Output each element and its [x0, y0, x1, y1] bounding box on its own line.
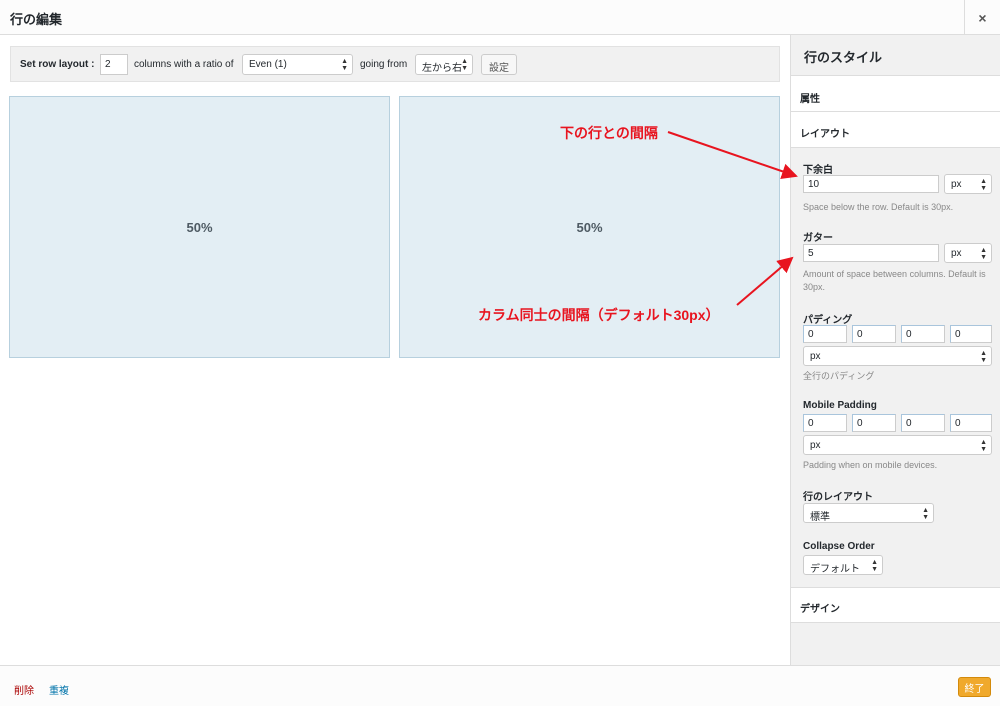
bottom-margin-description: Space below the row. Default is 30px.: [803, 202, 954, 212]
select-arrows-icon: ▲ ▼: [980, 439, 987, 453]
columns-label: columns with a ratio of: [134, 59, 234, 70]
section-attributes[interactable]: 属性: [791, 75, 1000, 111]
section-layout[interactable]: レイアウト: [791, 111, 1000, 147]
padding-top-input[interactable]: 0: [803, 325, 847, 343]
select-arrows-icon: ▲ ▼: [341, 58, 348, 72]
layout-section-body: 下余白 10 px ▲ ▼ Space below the row. Defaul…: [791, 147, 1000, 587]
close-icon[interactable]: ×: [964, 0, 1000, 35]
row-layout-toolbar: Set row layout : 2 columns with a ratio …: [10, 46, 780, 82]
mobile-padding-top-input[interactable]: 0: [803, 414, 847, 432]
unit-value: px: [810, 440, 821, 451]
gutter-label: ガター: [803, 233, 833, 244]
set-layout-label: Set row layout :: [20, 59, 95, 70]
select-arrows-icon: ▲ ▼: [871, 559, 878, 573]
mobile-padding-right-input[interactable]: 0: [852, 414, 896, 432]
section-design[interactable]: デザイン: [791, 587, 1000, 623]
gutter-description: Amount of space between columns. Default…: [803, 269, 986, 292]
mobile-padding-left-input[interactable]: 0: [950, 414, 992, 432]
bottom-margin-unit-select[interactable]: px ▲ ▼: [944, 174, 992, 194]
delete-link[interactable]: 削除: [14, 682, 34, 697]
collapse-order-select[interactable]: デフォルト ▲ ▼: [803, 555, 883, 575]
going-from-label: going from: [360, 59, 408, 70]
row-builder-area: Set row layout : 2 columns with a ratio …: [0, 35, 790, 665]
ratio-select[interactable]: Even (1) ▲ ▼: [242, 54, 353, 75]
select-arrows-icon: ▲ ▼: [980, 350, 987, 364]
direction-select-value: 左から右: [422, 63, 462, 74]
mobile-padding-description: Padding when on mobile devices.: [803, 460, 938, 470]
column-width-label: 50%: [186, 219, 213, 235]
bottom-margin-input[interactable]: 10: [803, 175, 939, 193]
padding-right-input[interactable]: 0: [852, 325, 896, 343]
section-layout-label: レイアウト: [800, 129, 850, 140]
gutter-input[interactable]: 5: [803, 244, 939, 262]
collapse-order-label: Collapse Order: [803, 541, 875, 552]
mobile-padding-unit-select[interactable]: px ▲ ▼: [803, 435, 992, 455]
select-arrows-icon: ▲ ▼: [922, 507, 929, 521]
sidebar-title: 行のスタイル: [804, 50, 883, 65]
section-design-label: デザイン: [800, 604, 840, 615]
row-layout-label: 行のレイアウト: [803, 492, 873, 503]
padding-label: パディング: [803, 315, 853, 326]
row-style-sidebar: 行のスタイル 属性 レイアウト 下余白 10 px ▲ ▼ Space below…: [790, 35, 1000, 665]
dialog-title: 行の編集: [10, 12, 63, 27]
padding-description: 全行のパディング: [803, 371, 875, 381]
unit-value: px: [951, 179, 962, 190]
annotation-gutter: カラム同士の間隔（デフォルト30px）: [478, 307, 720, 323]
unit-value: px: [951, 248, 962, 259]
unit-value: px: [810, 351, 821, 362]
direction-select[interactable]: 左から右 ▲ ▼: [415, 54, 473, 75]
set-layout-button[interactable]: 設定: [481, 54, 517, 75]
dialog-header: 行の編集 ×: [0, 0, 1000, 35]
gutter-unit-select[interactable]: px ▲ ▼: [944, 243, 992, 263]
select-arrows-icon: ▲ ▼: [461, 58, 468, 72]
done-button[interactable]: 終了: [958, 677, 991, 697]
mobile-padding-bottom-input[interactable]: 0: [901, 414, 945, 432]
padding-bottom-input[interactable]: 0: [901, 325, 945, 343]
column-cell-1[interactable]: 50%: [9, 96, 390, 358]
bottom-margin-label: 下余白: [803, 165, 833, 176]
padding-left-input[interactable]: 0: [950, 325, 992, 343]
padding-unit-select[interactable]: px ▲ ▼: [803, 346, 992, 366]
select-arrows-icon: ▲ ▼: [980, 247, 987, 261]
select-arrows-icon: ▲ ▼: [980, 178, 987, 192]
row-layout-value: 標準: [810, 512, 830, 523]
annotation-bottom-margin: 下の行との間隔: [560, 125, 658, 141]
collapse-order-value: デフォルト: [810, 564, 860, 575]
ratio-select-value: Even (1): [249, 59, 287, 70]
duplicate-link[interactable]: 重複: [49, 682, 69, 697]
section-attributes-label: 属性: [800, 94, 820, 105]
dialog-footer: 削除 重複 終了: [0, 665, 1000, 706]
column-width-label: 50%: [576, 219, 603, 235]
columns-input[interactable]: 2: [100, 54, 128, 75]
row-layout-select[interactable]: 標準 ▲ ▼: [803, 503, 934, 523]
mobile-padding-label: Mobile Padding: [803, 400, 877, 411]
